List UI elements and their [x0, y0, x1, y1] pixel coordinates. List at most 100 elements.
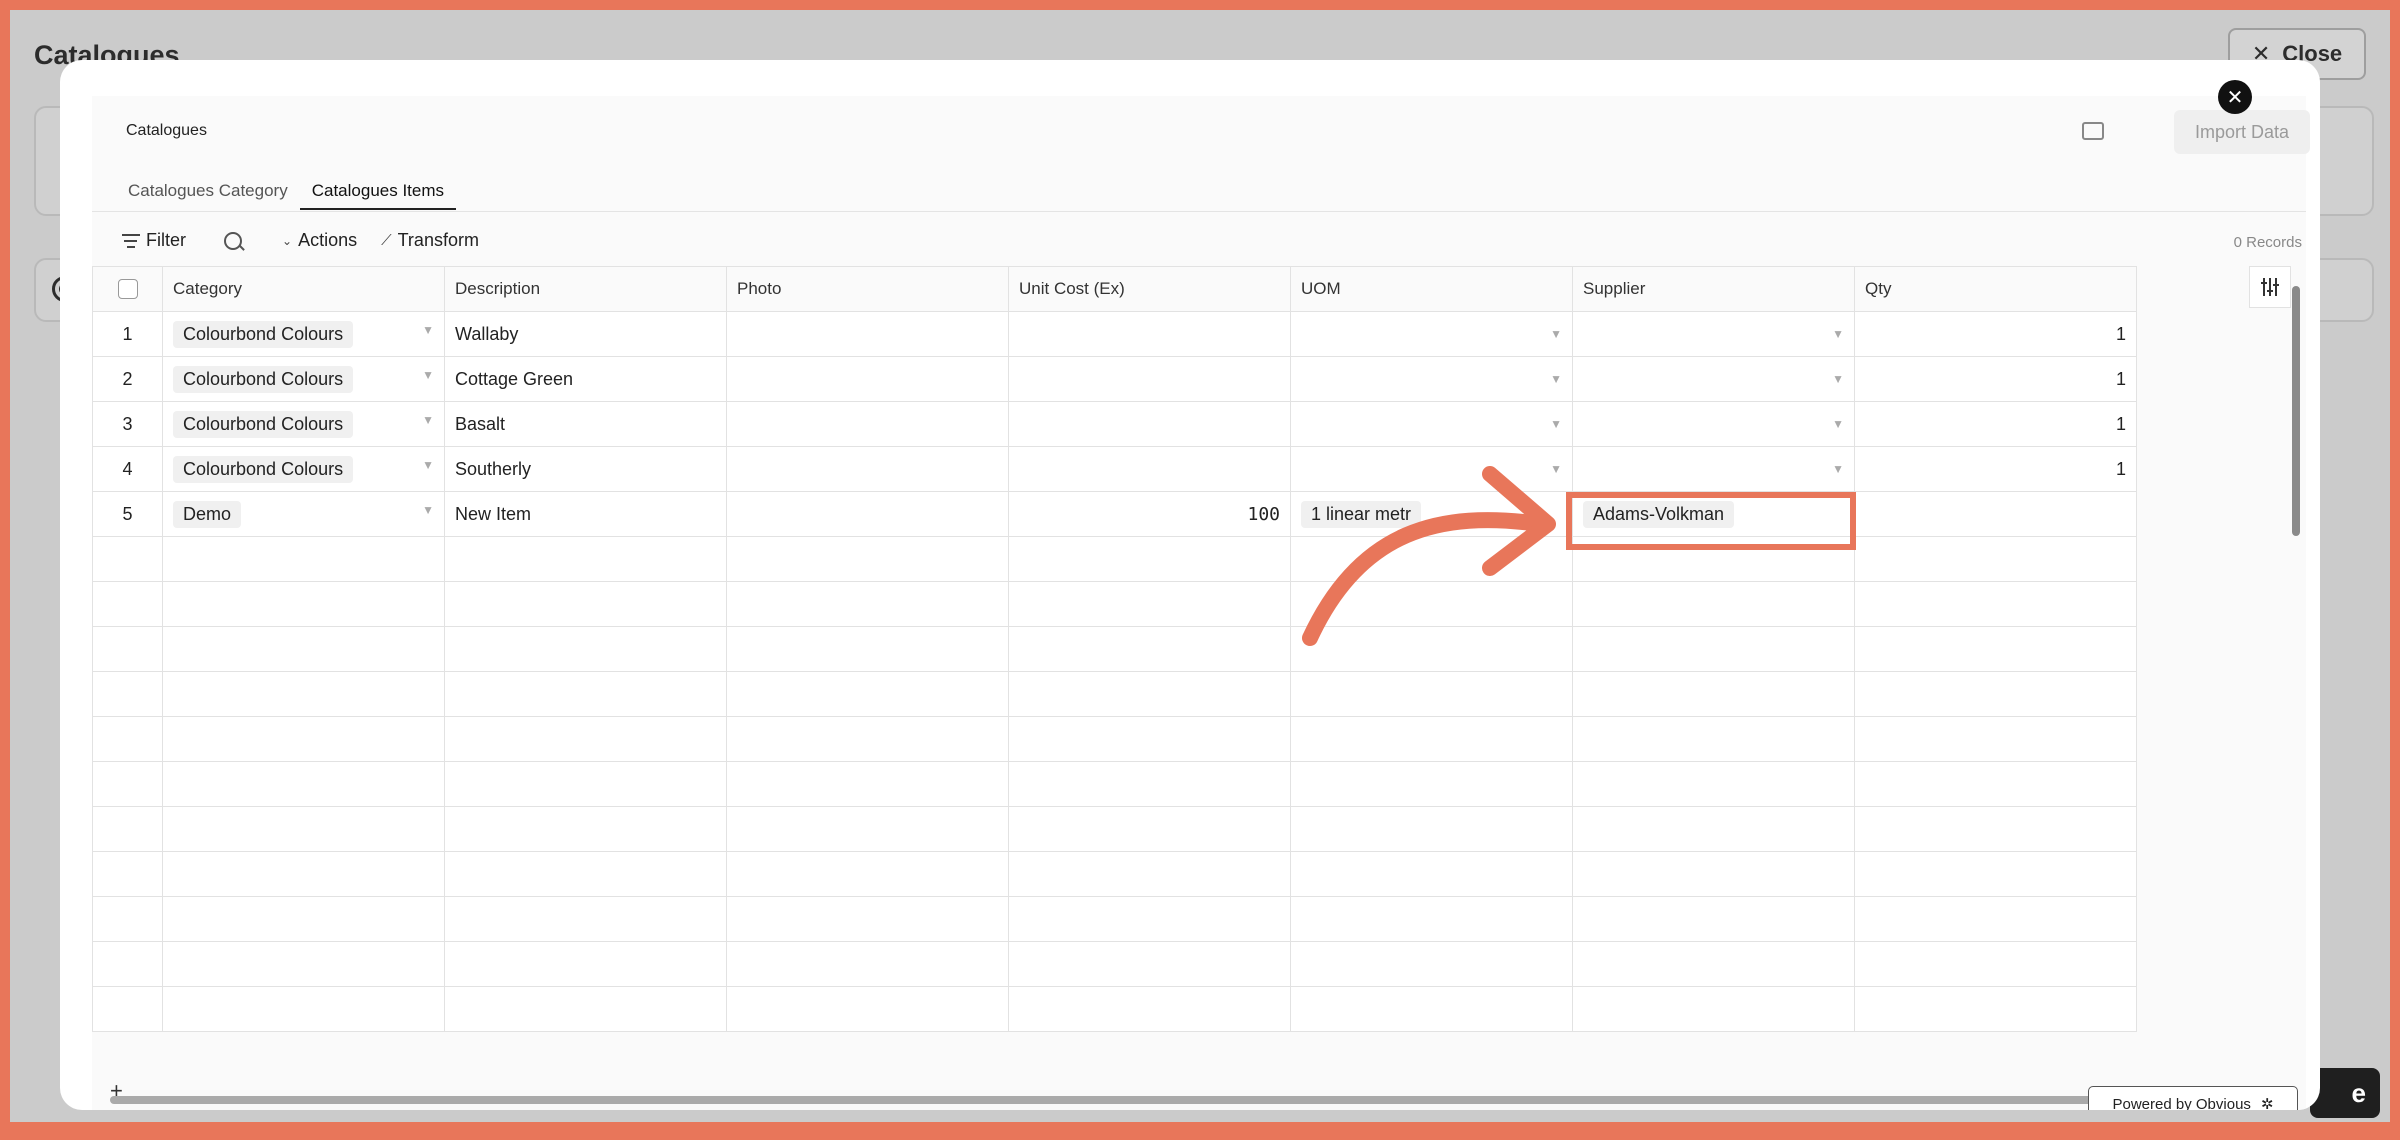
- empty-cell[interactable]: [1572, 626, 1855, 672]
- cell-description[interactable]: Wallaby: [444, 311, 727, 357]
- empty-cell[interactable]: [1008, 761, 1291, 807]
- empty-cell[interactable]: [1290, 941, 1573, 987]
- empty-cell[interactable]: [1572, 851, 1855, 897]
- empty-cell[interactable]: [162, 626, 445, 672]
- empty-cell[interactable]: [1572, 941, 1855, 987]
- empty-cell[interactable]: [1572, 536, 1855, 582]
- vertical-scrollbar[interactable]: [2292, 286, 2300, 536]
- search-icon[interactable]: [224, 231, 242, 250]
- powered-by-badge[interactable]: Powered by Obvious ✲: [2088, 1086, 2298, 1110]
- select-all-checkbox[interactable]: [117, 279, 138, 299]
- cell-uom[interactable]: ▼: [1290, 356, 1573, 402]
- empty-cell[interactable]: [444, 671, 727, 717]
- empty-cell[interactable]: [726, 581, 1009, 627]
- empty-cell[interactable]: [1854, 896, 2137, 942]
- empty-cell[interactable]: [92, 581, 163, 627]
- column-header-qty[interactable]: Qty: [1854, 266, 2137, 312]
- chevron-down-icon[interactable]: ▼: [422, 411, 434, 429]
- empty-cell[interactable]: [1008, 941, 1291, 987]
- cell-description[interactable]: New Item: [444, 491, 727, 537]
- table-row[interactable]: 5 Demo ▼ New Item 100 1 linear metr Adams-Volk…: [92, 491, 2137, 537]
- table-row[interactable]: 1 Colourbond Colours ▼ Wallaby ▼ ▼ 1: [92, 311, 2137, 357]
- tab-catalogues-category[interactable]: Catalogues Category: [116, 176, 300, 210]
- cell-qty[interactable]: 1: [1854, 311, 2137, 357]
- empty-cell[interactable]: [1854, 536, 2137, 582]
- empty-cell[interactable]: [162, 536, 445, 582]
- cell-unit-cost[interactable]: [1008, 401, 1291, 447]
- cell-supplier[interactable]: ▼: [1572, 401, 1855, 447]
- empty-cell[interactable]: [1008, 581, 1291, 627]
- empty-cell[interactable]: [726, 536, 1009, 582]
- empty-cell[interactable]: [92, 896, 163, 942]
- filter-button[interactable]: Filter: [122, 230, 186, 251]
- cell-photo[interactable]: [726, 446, 1009, 492]
- column-header-unit-cost[interactable]: Unit Cost (Ex): [1008, 266, 1291, 312]
- cell-category[interactable]: Colourbond Colours ▼: [162, 401, 445, 447]
- import-data-button[interactable]: Import Data: [2174, 110, 2310, 154]
- cell-unit-cost[interactable]: 100: [1008, 491, 1291, 537]
- truck-icon[interactable]: [2082, 122, 2104, 140]
- column-header-description[interactable]: Description: [444, 266, 727, 312]
- cell-category[interactable]: Demo ▼: [162, 491, 445, 537]
- cell-description[interactable]: Cottage Green: [444, 356, 727, 402]
- empty-cell[interactable]: [444, 941, 727, 987]
- empty-cell[interactable]: [1854, 986, 2137, 1032]
- empty-cell[interactable]: [1290, 806, 1573, 852]
- empty-row[interactable]: [92, 671, 2137, 717]
- transform-button[interactable]: ⟋ Transform: [381, 230, 479, 251]
- empty-cell[interactable]: [162, 896, 445, 942]
- chevron-down-icon[interactable]: ▼: [1832, 325, 1844, 343]
- empty-cell[interactable]: [1290, 986, 1573, 1032]
- cell-category[interactable]: Colourbond Colours ▼: [162, 311, 445, 357]
- chevron-down-icon[interactable]: ▼: [422, 456, 434, 474]
- background-save-button[interactable]: e: [2310, 1068, 2380, 1118]
- empty-cell[interactable]: [1572, 671, 1855, 717]
- empty-cell[interactable]: [1854, 941, 2137, 987]
- empty-cell[interactable]: [1572, 986, 1855, 1032]
- column-header-uom[interactable]: UOM: [1290, 266, 1573, 312]
- empty-cell[interactable]: [1572, 896, 1855, 942]
- cell-unit-cost[interactable]: [1008, 356, 1291, 402]
- cell-category[interactable]: Colourbond Colours ▼: [162, 446, 445, 492]
- empty-cell[interactable]: [1572, 806, 1855, 852]
- cell-uom[interactable]: 1 linear metr: [1290, 491, 1573, 537]
- empty-cell[interactable]: [726, 941, 1009, 987]
- chevron-down-icon[interactable]: ▼: [1550, 325, 1562, 343]
- horizontal-scrollbar[interactable]: [110, 1096, 2270, 1104]
- empty-cell[interactable]: [444, 626, 727, 672]
- empty-cell[interactable]: [1290, 536, 1573, 582]
- empty-cell[interactable]: [1008, 851, 1291, 897]
- column-header-supplier[interactable]: Supplier: [1572, 266, 1855, 312]
- empty-cell[interactable]: [1854, 806, 2137, 852]
- column-settings-button[interactable]: [2249, 266, 2291, 308]
- column-header-category[interactable]: Category: [162, 266, 445, 312]
- cell-qty[interactable]: 1: [1854, 356, 2137, 402]
- empty-cell[interactable]: [1854, 626, 2137, 672]
- empty-cell[interactable]: [726, 626, 1009, 672]
- empty-cell[interactable]: [1008, 626, 1291, 672]
- empty-cell[interactable]: [162, 986, 445, 1032]
- empty-cell[interactable]: [1290, 626, 1573, 672]
- cell-unit-cost[interactable]: [1008, 311, 1291, 357]
- empty-cell[interactable]: [92, 626, 163, 672]
- table-row[interactable]: 3 Colourbond Colours ▼ Basalt ▼ ▼ 1: [92, 401, 2137, 447]
- empty-cell[interactable]: [92, 671, 163, 717]
- empty-cell[interactable]: [726, 986, 1009, 1032]
- cell-qty[interactable]: 1: [1854, 401, 2137, 447]
- empty-cell[interactable]: [726, 716, 1009, 762]
- cell-description[interactable]: Basalt: [444, 401, 727, 447]
- empty-cell[interactable]: [444, 896, 727, 942]
- empty-cell[interactable]: [444, 806, 727, 852]
- empty-cell[interactable]: [726, 851, 1009, 897]
- empty-cell[interactable]: [92, 986, 163, 1032]
- select-all-cell[interactable]: [92, 266, 163, 312]
- column-header-photo[interactable]: Photo: [726, 266, 1009, 312]
- cell-qty[interactable]: [1854, 491, 2137, 537]
- empty-cell[interactable]: [162, 806, 445, 852]
- empty-cell[interactable]: [162, 851, 445, 897]
- empty-cell[interactable]: [1290, 761, 1573, 807]
- chevron-down-icon[interactable]: ▼: [422, 321, 434, 339]
- empty-cell[interactable]: [162, 716, 445, 762]
- empty-row[interactable]: [92, 581, 2137, 627]
- cell-uom[interactable]: ▼: [1290, 311, 1573, 357]
